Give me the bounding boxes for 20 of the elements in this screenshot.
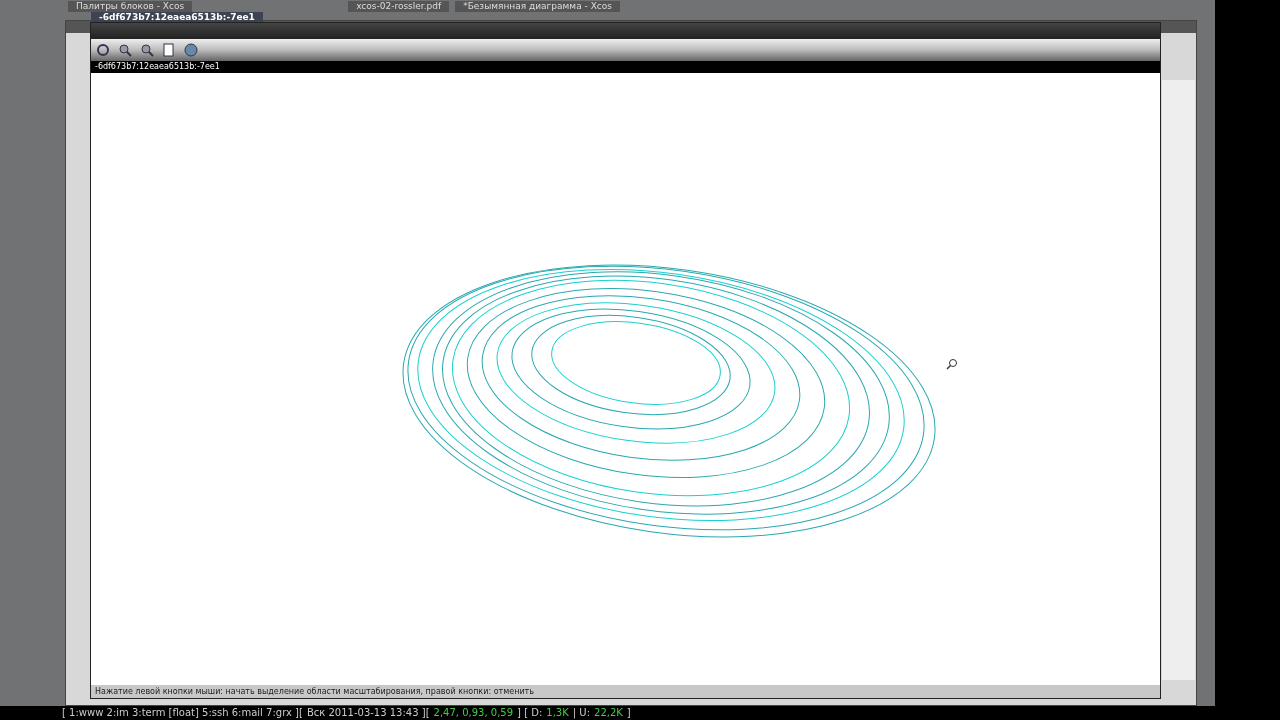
bracket: ] bbox=[626, 706, 631, 720]
clock: Вск 2011-03-13 13:43 ][ bbox=[306, 706, 430, 720]
zoom-in-icon[interactable] bbox=[117, 42, 133, 58]
workspace-list: [ 1:www 2:im 3:term [float] 5:ssh 6:mail 7:grx ][ bbox=[62, 706, 303, 720]
rotate-icon[interactable] bbox=[95, 42, 111, 58]
upload-label: | U: bbox=[572, 706, 591, 720]
help-icon[interactable] bbox=[183, 42, 199, 58]
window-title: -6df673b7:12eaea6513b:-7ee1 bbox=[91, 12, 263, 22]
taskbar-tab[interactable]: Палитры блоков - Xcos bbox=[68, 1, 193, 12]
page-icon[interactable] bbox=[161, 42, 177, 58]
zoom-out-icon[interactable] bbox=[139, 42, 155, 58]
upload-rate: 22,2K bbox=[594, 706, 623, 720]
taskbar-tab[interactable]: *Безымянная диаграмма - Xcos bbox=[455, 1, 620, 12]
zoom-cursor-icon bbox=[946, 358, 958, 370]
download-label: ] [ D: bbox=[517, 706, 543, 720]
load-average: 2,47, 0,93, 0,59 bbox=[433, 706, 514, 720]
figure-header: -6df673b7:12eaea6513b:-7ee1 bbox=[91, 61, 1160, 73]
download-rate: 1,3K bbox=[546, 706, 569, 720]
status-bar: Нажатие левой кнопки мыши: начать выделение области масштабирования, правой кнопки: отменить bbox=[91, 685, 1160, 698]
taskbar-tab[interactable]: xcos-02-rossler.pdf bbox=[348, 1, 450, 12]
